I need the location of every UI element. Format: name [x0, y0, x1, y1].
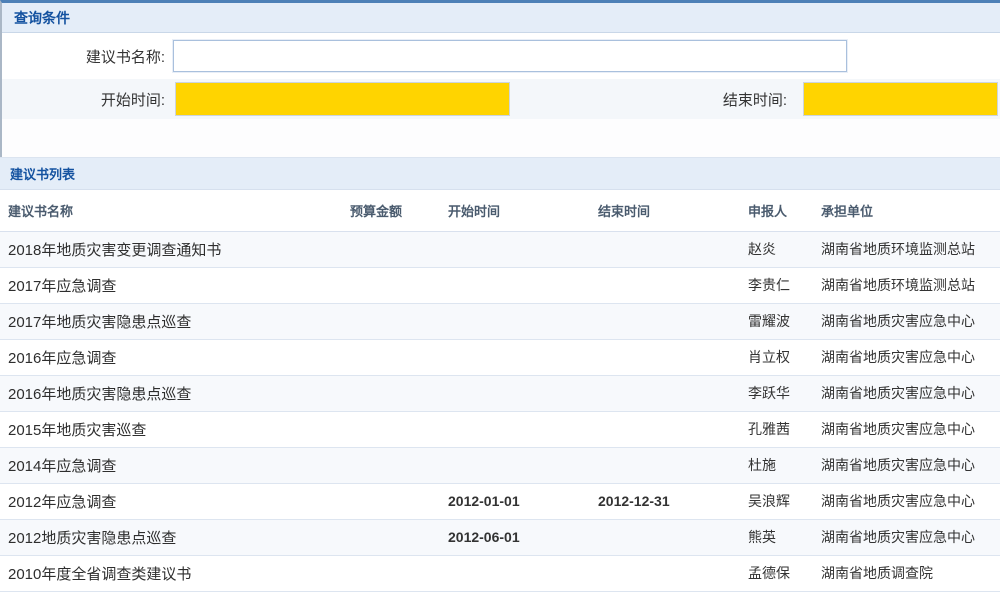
query-conditions-title: 查询条件: [2, 3, 1000, 33]
cell-end-time: 2012-12-31: [590, 483, 740, 519]
cell-budget: [342, 483, 440, 519]
cell-applicant: 赵炎: [740, 231, 813, 267]
cell-applicant: 吴浪辉: [740, 483, 813, 519]
column-header-budget: 预算金额: [342, 190, 440, 231]
column-header-end: 结束时间: [590, 190, 740, 231]
table-row[interactable]: 2010年度全省调查类建议书 孟德保 湖南省地质调查院: [0, 555, 1000, 591]
start-time-input[interactable]: [175, 82, 510, 116]
cell-start-time: [440, 555, 590, 591]
cell-unit: 湖南省地质灾害应急中心: [813, 447, 1000, 483]
cell-start-time: [440, 411, 590, 447]
cell-budget: [342, 447, 440, 483]
table-row[interactable]: 2016年应急调查 肖立权 湖南省地质灾害应急中心: [0, 339, 1000, 375]
table-row[interactable]: 2014年应急调查 杜施 湖南省地质灾害应急中心: [0, 447, 1000, 483]
table-row[interactable]: 2018年地质灾害变更调查通知书 赵炎 湖南省地质环境监测总站: [0, 231, 1000, 267]
cell-applicant: 雷耀波: [740, 303, 813, 339]
start-time-label: 开始时间:: [2, 89, 165, 110]
proposal-name-row: 建议书名称:: [2, 33, 1000, 79]
cell-unit: 湖南省地质灾害应急中心: [813, 303, 1000, 339]
cell-budget: [342, 519, 440, 555]
end-time-input[interactable]: [803, 82, 998, 116]
cell-end-time: [590, 411, 740, 447]
proposal-list-panel: 建议书列表 建议书名称 预算金额 开始时间 结束时间 申报人 承担单位 2018…: [0, 157, 1000, 592]
cell-end-time: [590, 231, 740, 267]
cell-unit: 湖南省地质环境监测总站: [813, 267, 1000, 303]
column-header-name: 建议书名称: [0, 190, 342, 231]
time-range-row: 开始时间: 结束时间:: [2, 79, 1000, 119]
cell-proposal-name: 2015年地质灾害巡查: [0, 411, 342, 447]
cell-budget: [342, 303, 440, 339]
end-time-label: 结束时间:: [510, 89, 787, 110]
cell-proposal-name: 2018年地质灾害变更调查通知书: [0, 231, 342, 267]
cell-applicant: 熊英: [740, 519, 813, 555]
column-header-start: 开始时间: [440, 190, 590, 231]
cell-applicant: 肖立权: [740, 339, 813, 375]
table-row[interactable]: 2012年应急调查 2012-01-01 2012-12-31 吴浪辉 湖南省地…: [0, 483, 1000, 519]
table-row[interactable]: 2016年地质灾害隐患点巡查 李跃华 湖南省地质灾害应急中心: [0, 375, 1000, 411]
cell-unit: 湖南省地质灾害应急中心: [813, 375, 1000, 411]
cell-start-time: [440, 447, 590, 483]
column-header-applicant: 申报人: [740, 190, 813, 231]
cell-proposal-name: 2014年应急调查: [0, 447, 342, 483]
query-conditions-panel: 查询条件 建议书名称: 开始时间: 结束时间:: [0, 0, 1000, 157]
cell-applicant: 孟德保: [740, 555, 813, 591]
cell-unit: 湖南省地质环境监测总站: [813, 231, 1000, 267]
cell-end-time: [590, 555, 740, 591]
cell-proposal-name: 2016年地质灾害隐患点巡查: [0, 375, 342, 411]
table-row[interactable]: 2015年地质灾害巡查 孔雅茜 湖南省地质灾害应急中心: [0, 411, 1000, 447]
cell-proposal-name: 2016年应急调查: [0, 339, 342, 375]
cell-start-time: [440, 339, 590, 375]
table-header-row: 建议书名称 预算金额 开始时间 结束时间 申报人 承担单位: [0, 190, 1000, 231]
cell-start-time: [440, 267, 590, 303]
cell-proposal-name: 2010年度全省调查类建议书: [0, 555, 342, 591]
cell-end-time: [590, 519, 740, 555]
proposal-name-label: 建议书名称:: [2, 46, 165, 67]
cell-start-time: [440, 375, 590, 411]
cell-applicant: 孔雅茜: [740, 411, 813, 447]
table-row[interactable]: 2017年应急调查 李贵仁 湖南省地质环境监测总站: [0, 267, 1000, 303]
cell-end-time: [590, 267, 740, 303]
cell-budget: [342, 231, 440, 267]
cell-unit: 湖南省地质调查院: [813, 555, 1000, 591]
cell-unit: 湖南省地质灾害应急中心: [813, 519, 1000, 555]
cell-end-time: [590, 303, 740, 339]
cell-proposal-name: 2012地质灾害隐患点巡查: [0, 519, 342, 555]
cell-applicant: 李跃华: [740, 375, 813, 411]
cell-budget: [342, 555, 440, 591]
proposal-list-title: 建议书列表: [0, 157, 1000, 190]
cell-applicant: 杜施: [740, 447, 813, 483]
cell-applicant: 李贵仁: [740, 267, 813, 303]
cell-end-time: [590, 339, 740, 375]
cell-budget: [342, 375, 440, 411]
cell-proposal-name: 2017年地质灾害隐患点巡查: [0, 303, 342, 339]
cell-start-time: [440, 303, 590, 339]
cell-start-time: 2012-01-01: [440, 483, 590, 519]
cell-end-time: [590, 447, 740, 483]
cell-unit: 湖南省地质灾害应急中心: [813, 483, 1000, 519]
cell-proposal-name: 2017年应急调查: [0, 267, 342, 303]
cell-proposal-name: 2012年应急调查: [0, 483, 342, 519]
table-row[interactable]: 2012地质灾害隐患点巡查 2012-06-01 熊英 湖南省地质灾害应急中心: [0, 519, 1000, 555]
cell-unit: 湖南省地质灾害应急中心: [813, 411, 1000, 447]
query-panel-spacer: [2, 119, 1000, 157]
column-header-unit: 承担单位: [813, 190, 1000, 231]
proposal-table: 建议书名称 预算金额 开始时间 结束时间 申报人 承担单位 2018年地质灾害变…: [0, 190, 1000, 592]
cell-start-time: 2012-06-01: [440, 519, 590, 555]
proposal-name-input[interactable]: [173, 40, 847, 72]
table-row[interactable]: 2017年地质灾害隐患点巡查 雷耀波 湖南省地质灾害应急中心: [0, 303, 1000, 339]
cell-start-time: [440, 231, 590, 267]
cell-budget: [342, 339, 440, 375]
cell-unit: 湖南省地质灾害应急中心: [813, 339, 1000, 375]
cell-budget: [342, 267, 440, 303]
cell-end-time: [590, 375, 740, 411]
cell-budget: [342, 411, 440, 447]
